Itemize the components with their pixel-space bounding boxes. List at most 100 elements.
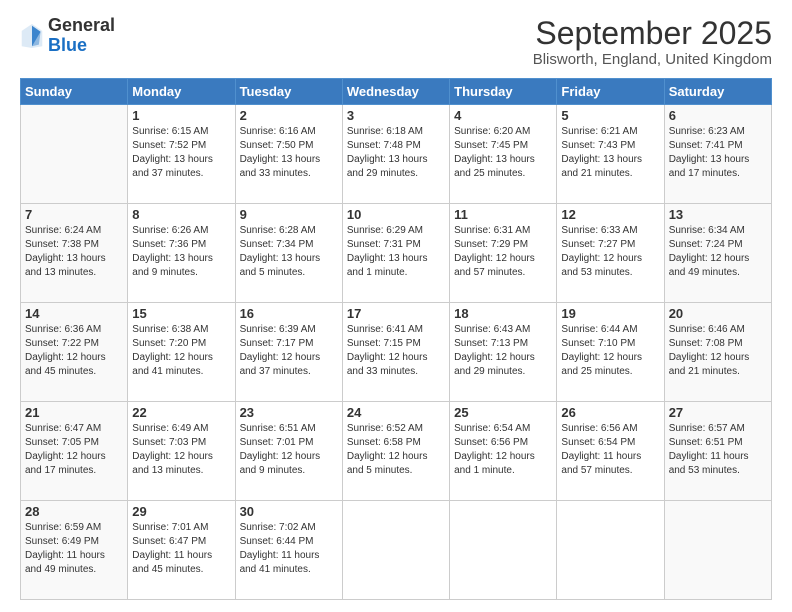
table-row xyxy=(450,501,557,600)
day-info: Sunrise: 7:02 AM Sunset: 6:44 PM Dayligh… xyxy=(240,521,338,577)
table-row: 13Sunrise: 6:34 AM Sunset: 7:24 PM Dayli… xyxy=(664,204,771,303)
table-row: 17 Sunrise: 6:41 AM Sunset: 7:15 PM Dayli… xyxy=(342,303,449,402)
day-number: 13 xyxy=(669,207,767,222)
table-row: 14 Sunrise: 6:36 AM Sunset: 7:22 PM Dayli… xyxy=(21,303,128,402)
day-number: 1 xyxy=(132,108,230,123)
day-info: Sunrise: 6:43 AM Sunset: 7:13 PM Dayligh… xyxy=(454,323,552,379)
col-friday: Friday xyxy=(557,79,664,105)
day-info: Sunrise: 6:33 AM Sunset: 7:27 PM Dayligh… xyxy=(561,224,659,280)
logo-icon xyxy=(20,22,44,50)
table-row: 24 Sunrise: 6:52 AM Sunset: 6:58 PM Dayli… xyxy=(342,402,449,501)
table-row: 23 Sunrise: 6:51 AM Sunset: 7:01 PM Dayli… xyxy=(235,402,342,501)
table-row: 18 Sunrise: 6:43 AM Sunset: 7:13 PM Dayli… xyxy=(450,303,557,402)
day-number: 21 xyxy=(25,405,123,420)
day-info: Sunrise: 6:26 AM Sunset: 7:36 PM Dayligh… xyxy=(132,224,230,280)
day-number: 23 xyxy=(240,405,338,420)
table-row: 25 Sunrise: 6:54 AM Sunset: 6:56 PM Dayli… xyxy=(450,402,557,501)
table-row: 10Sunrise: 6:29 AM Sunset: 7:31 PM Dayli… xyxy=(342,204,449,303)
calendar-week-row: 28 Sunrise: 6:59 AM Sunset: 6:49 PM Dayli… xyxy=(21,501,772,600)
table-row: 29 Sunrise: 7:01 AM Sunset: 6:47 PM Dayli… xyxy=(128,501,235,600)
day-number: 4 xyxy=(454,108,552,123)
table-row: 1Sunrise: 6:15 AM Sunset: 7:52 PM Daylig… xyxy=(128,105,235,204)
logo-text: General Blue xyxy=(48,16,115,56)
day-number: 24 xyxy=(347,405,445,420)
day-info: Sunrise: 6:41 AM Sunset: 7:15 PM Dayligh… xyxy=(347,323,445,379)
table-row: 6 Sunrise: 6:23 AM Sunset: 7:41 PM Daylig… xyxy=(664,105,771,204)
table-row: 3 Sunrise: 6:18 AM Sunset: 7:48 PM Daylig… xyxy=(342,105,449,204)
col-sunday: Sunday xyxy=(21,79,128,105)
calendar-table: Sunday Monday Tuesday Wednesday Thursday… xyxy=(20,78,772,600)
day-info: Sunrise: 7:01 AM Sunset: 6:47 PM Dayligh… xyxy=(132,521,230,577)
day-info: Sunrise: 6:28 AM Sunset: 7:34 PM Dayligh… xyxy=(240,224,338,280)
col-saturday: Saturday xyxy=(664,79,771,105)
table-row: 4Sunrise: 6:20 AM Sunset: 7:45 PM Daylig… xyxy=(450,105,557,204)
col-thursday: Thursday xyxy=(450,79,557,105)
day-info: Sunrise: 6:31 AM Sunset: 7:29 PM Dayligh… xyxy=(454,224,552,280)
day-info: Sunrise: 6:23 AM Sunset: 7:41 PM Dayligh… xyxy=(669,125,767,181)
table-row xyxy=(21,105,128,204)
day-info: Sunrise: 6:59 AM Sunset: 6:49 PM Dayligh… xyxy=(25,521,123,577)
day-number: 5 xyxy=(561,108,659,123)
day-number: 2 xyxy=(240,108,338,123)
table-row: 16 Sunrise: 6:39 AM Sunset: 7:17 PM Dayli… xyxy=(235,303,342,402)
table-row: 2Sunrise: 6:16 AM Sunset: 7:50 PM Daylig… xyxy=(235,105,342,204)
day-info: Sunrise: 6:54 AM Sunset: 6:56 PM Dayligh… xyxy=(454,422,552,478)
day-number: 29 xyxy=(132,504,230,519)
table-row: 5 Sunrise: 6:21 AM Sunset: 7:43 PM Daylig… xyxy=(557,105,664,204)
day-info: Sunrise: 6:46 AM Sunset: 7:08 PM Dayligh… xyxy=(669,323,767,379)
day-number: 14 xyxy=(25,306,123,321)
table-row xyxy=(557,501,664,600)
day-number: 17 xyxy=(347,306,445,321)
day-info: Sunrise: 6:56 AM Sunset: 6:54 PM Dayligh… xyxy=(561,422,659,478)
day-info: Sunrise: 6:36 AM Sunset: 7:22 PM Dayligh… xyxy=(25,323,123,379)
day-number: 25 xyxy=(454,405,552,420)
day-number: 20 xyxy=(669,306,767,321)
table-row: 19 Sunrise: 6:44 AM Sunset: 7:10 PM Dayli… xyxy=(557,303,664,402)
table-row: 26 Sunrise: 6:56 AM Sunset: 6:54 PM Dayli… xyxy=(557,402,664,501)
month-title: September 2025 xyxy=(533,16,772,51)
logo: General Blue xyxy=(20,16,115,56)
day-number: 27 xyxy=(669,405,767,420)
day-info: Sunrise: 6:21 AM Sunset: 7:43 PM Dayligh… xyxy=(561,125,659,181)
table-row: 15Sunrise: 6:38 AM Sunset: 7:20 PM Dayli… xyxy=(128,303,235,402)
calendar-week-row: 1Sunrise: 6:15 AM Sunset: 7:52 PM Daylig… xyxy=(21,105,772,204)
day-number: 19 xyxy=(561,306,659,321)
table-row: 8Sunrise: 6:26 AM Sunset: 7:36 PM Daylig… xyxy=(128,204,235,303)
day-info: Sunrise: 6:39 AM Sunset: 7:17 PM Dayligh… xyxy=(240,323,338,379)
calendar-week-row: 14 Sunrise: 6:36 AM Sunset: 7:22 PM Dayli… xyxy=(21,303,772,402)
col-monday: Monday xyxy=(128,79,235,105)
table-row: 27Sunrise: 6:57 AM Sunset: 6:51 PM Dayli… xyxy=(664,402,771,501)
day-number: 28 xyxy=(25,504,123,519)
calendar-week-row: 21 Sunrise: 6:47 AM Sunset: 7:05 PM Dayli… xyxy=(21,402,772,501)
day-number: 6 xyxy=(669,108,767,123)
col-wednesday: Wednesday xyxy=(342,79,449,105)
day-number: 12 xyxy=(561,207,659,222)
table-row: 9 Sunrise: 6:28 AM Sunset: 7:34 PM Daylig… xyxy=(235,204,342,303)
day-number: 30 xyxy=(240,504,338,519)
day-info: Sunrise: 6:29 AM Sunset: 7:31 PM Dayligh… xyxy=(347,224,445,280)
page-header: General Blue September 2025 Blisworth, E… xyxy=(20,16,772,68)
col-tuesday: Tuesday xyxy=(235,79,342,105)
table-row: 20 Sunrise: 6:46 AM Sunset: 7:08 PM Dayli… xyxy=(664,303,771,402)
day-number: 9 xyxy=(240,207,338,222)
day-number: 26 xyxy=(561,405,659,420)
day-number: 16 xyxy=(240,306,338,321)
table-row: 22 Sunrise: 6:49 AM Sunset: 7:03 PM Dayli… xyxy=(128,402,235,501)
location: Blisworth, England, United Kingdom xyxy=(533,51,772,68)
table-row: 21 Sunrise: 6:47 AM Sunset: 7:05 PM Dayli… xyxy=(21,402,128,501)
day-info: Sunrise: 6:52 AM Sunset: 6:58 PM Dayligh… xyxy=(347,422,445,478)
day-number: 11 xyxy=(454,207,552,222)
day-number: 18 xyxy=(454,306,552,321)
day-info: Sunrise: 6:18 AM Sunset: 7:48 PM Dayligh… xyxy=(347,125,445,181)
calendar-week-row: 7Sunrise: 6:24 AM Sunset: 7:38 PM Daylig… xyxy=(21,204,772,303)
day-info: Sunrise: 6:44 AM Sunset: 7:10 PM Dayligh… xyxy=(561,323,659,379)
day-number: 3 xyxy=(347,108,445,123)
table-row: 30 Sunrise: 7:02 AM Sunset: 6:44 PM Dayli… xyxy=(235,501,342,600)
day-info: Sunrise: 6:51 AM Sunset: 7:01 PM Dayligh… xyxy=(240,422,338,478)
day-info: Sunrise: 6:47 AM Sunset: 7:05 PM Dayligh… xyxy=(25,422,123,478)
day-info: Sunrise: 6:49 AM Sunset: 7:03 PM Dayligh… xyxy=(132,422,230,478)
table-row: 11 Sunrise: 6:31 AM Sunset: 7:29 PM Dayli… xyxy=(450,204,557,303)
day-number: 22 xyxy=(132,405,230,420)
table-row xyxy=(342,501,449,600)
day-info: Sunrise: 6:24 AM Sunset: 7:38 PM Dayligh… xyxy=(25,224,123,280)
